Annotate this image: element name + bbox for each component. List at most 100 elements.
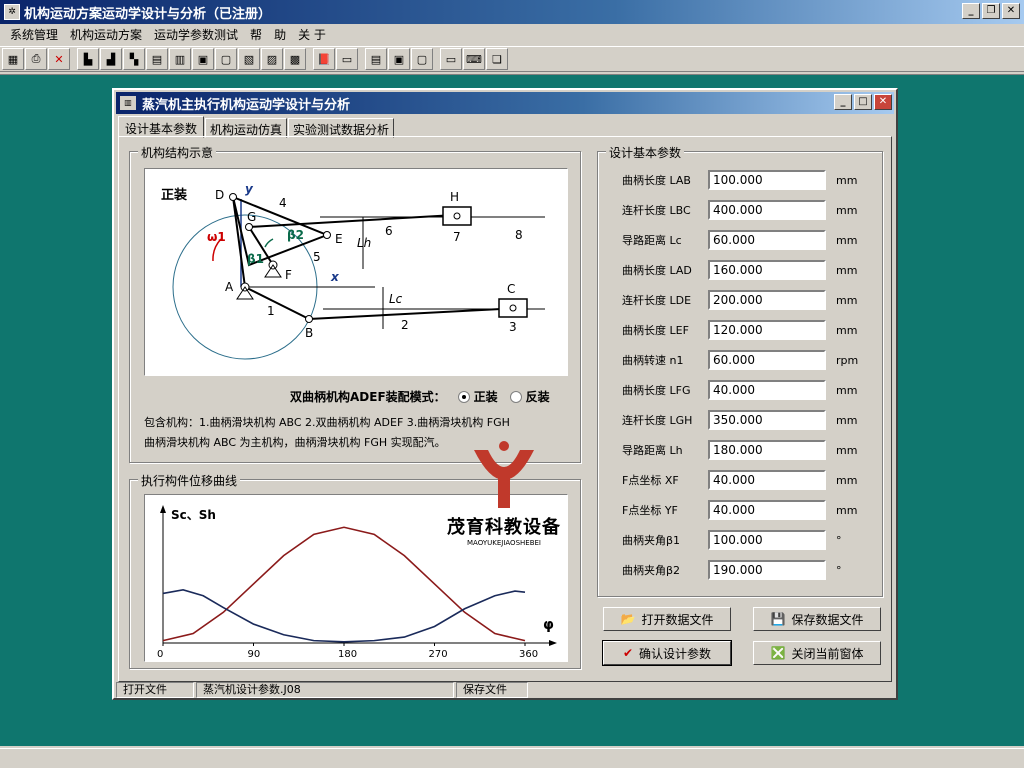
param-input[interactable]: 190.000 [708, 560, 826, 580]
close-button[interactable]: ✕ [1002, 3, 1020, 19]
tab-analysis[interactable]: 实验测试数据分析 [288, 118, 395, 138]
open-file-button[interactable]: 📂 打开数据文件 [603, 607, 731, 631]
param-input[interactable]: 100.000 [708, 530, 826, 550]
link-6: 6 [385, 224, 393, 238]
menu-test[interactable]: 运动学参数测试 [148, 26, 244, 43]
param-input[interactable]: 100.000 [708, 170, 826, 190]
structure-group: 机构结构示意 正装 D y G E F A B H C 1 2 3 4 5 6 … [129, 144, 581, 463]
param-row: 曲柄长度 LAB 100.000 mm [622, 170, 872, 190]
param-input[interactable]: 40.000 [708, 500, 826, 520]
param-label: 曲柄夹角β2 [622, 564, 681, 577]
chart-tick-label: 360 [519, 649, 538, 660]
param-input[interactable]: 40.000 [708, 470, 826, 490]
param-unit: mm [836, 263, 858, 277]
chart-tick-label: 180 [338, 649, 357, 660]
param-unit: mm [836, 503, 858, 517]
status-open-file[interactable]: 打开文件 [116, 682, 194, 698]
point-A: A [225, 280, 234, 294]
computer-icon[interactable]: ▭ [440, 48, 462, 70]
assembly-forward-label[interactable]: 正装 [474, 388, 498, 405]
point-H: H [450, 190, 459, 204]
screen-2-icon[interactable]: ▢ [411, 48, 433, 70]
print-icon[interactable]: ⎙ [25, 48, 47, 70]
main-statusbar [0, 748, 1024, 768]
child-minimize-button[interactable]: _ [834, 94, 852, 110]
param-input[interactable]: 160.000 [708, 260, 826, 280]
close-window-button[interactable]: ❎ 关闭当前窗体 [753, 641, 881, 665]
mechanism-8-icon[interactable]: ▧ [238, 48, 260, 70]
param-input[interactable]: 350.000 [708, 410, 826, 430]
mechanism-5-icon[interactable]: ▥ [169, 48, 191, 70]
document-icon[interactable]: ▤ [365, 48, 387, 70]
confirm-params-button[interactable]: ✔ 确认设计参数 [602, 640, 732, 666]
param-unit: mm [836, 233, 858, 247]
param-label: 曲柄夹角β1 [622, 534, 681, 547]
link-8: 8 [515, 228, 523, 242]
child-app-icon[interactable]: ▥ [120, 96, 136, 110]
link-4: 4 [279, 196, 287, 210]
menu-scheme[interactable]: 机构运动方案 [64, 26, 148, 43]
screen-1-icon[interactable]: ▣ [388, 48, 410, 70]
description-line-1: 包含机构：1.曲柄滑块机构 ABC 2.双曲柄机构 ADEF 3.曲柄滑块机构 … [144, 416, 510, 429]
restore-button[interactable]: ❐ [982, 3, 1000, 19]
child-close-button[interactable]: ✕ [874, 94, 892, 110]
param-label: 导路距离 Lc [622, 234, 682, 247]
param-input[interactable]: 40.000 [708, 380, 826, 400]
book-icon[interactable]: 📕 [313, 48, 335, 70]
param-row: 曲柄长度 LAD 160.000 mm [622, 260, 872, 280]
minimize-button[interactable]: _ [962, 3, 980, 19]
save-file-button[interactable]: 💾 保存数据文件 [753, 607, 881, 631]
param-row: F点坐标 YF 40.000 mm [622, 500, 872, 520]
open-file-label: 打开数据文件 [641, 612, 714, 627]
param-input[interactable]: 400.000 [708, 200, 826, 220]
point-F: F [285, 268, 292, 282]
param-row: 连杆长度 LDE 200.000 mm [622, 290, 872, 310]
app-icon[interactable]: ✲ [4, 4, 20, 20]
mechanism-10-icon[interactable]: ▩ [284, 48, 306, 70]
folder-open-icon: 📂 [620, 612, 636, 626]
param-row: 曲柄夹角β1 100.000 ° [622, 530, 872, 550]
param-input[interactable]: 60.000 [708, 350, 826, 370]
param-input[interactable]: 60.000 [708, 230, 826, 250]
app-titlebar: ✲ 机构运动方案运动学设计与分析（已注册） _ ❐ ✕ [0, 0, 1024, 24]
tab-basic-params[interactable]: 设计基本参数 [118, 116, 205, 138]
mechanism-6-icon[interactable]: ▣ [192, 48, 214, 70]
watermark-name: 茂育科教设备 [447, 517, 561, 538]
mechanism-2-icon[interactable]: ▟ [100, 48, 122, 70]
point-D: D [215, 188, 224, 202]
point-E: E [335, 232, 343, 246]
keyboard-icon[interactable]: ⌨ [463, 48, 485, 70]
mechanism-9-icon[interactable]: ▨ [261, 48, 283, 70]
structure-group-label: 机构结构示意 [138, 144, 217, 161]
monitor-icon[interactable]: ▭ [336, 48, 358, 70]
param-unit: mm [836, 293, 858, 307]
delete-icon[interactable]: ✕ [48, 48, 70, 70]
param-row: 曲柄长度 LFG 40.000 mm [622, 380, 872, 400]
mechanism-1-icon[interactable]: ▙ [77, 48, 99, 70]
mechanism-4-icon[interactable]: ▤ [146, 48, 168, 70]
lc-label: Lc [389, 292, 403, 306]
mechanism-3-icon[interactable]: ▚ [123, 48, 145, 70]
tab-simulation[interactable]: 机构运动仿真 [205, 118, 288, 138]
mechanism-7-icon[interactable]: ▢ [215, 48, 237, 70]
checkmark-icon: ✔ [622, 646, 634, 660]
param-unit: rpm [836, 353, 859, 367]
assembly-reverse-radio[interactable] [509, 390, 522, 403]
param-input[interactable]: 200.000 [708, 290, 826, 310]
param-input[interactable]: 180.000 [708, 440, 826, 460]
grid-icon[interactable]: ▦ [2, 48, 24, 70]
status-save-file[interactable]: 保存文件 [456, 682, 528, 698]
axis-y: y [245, 182, 254, 196]
child-maximize-button[interactable]: □ [854, 94, 872, 110]
menu-about[interactable]: 关 于 [292, 26, 332, 43]
copy-icon[interactable]: ❏ [486, 48, 508, 70]
param-unit: mm [836, 203, 858, 217]
assembly-reverse-label[interactable]: 反装 [526, 388, 550, 405]
param-unit: mm [836, 383, 858, 397]
menu-help-1[interactable]: 帮 [244, 26, 268, 43]
assembly-forward-radio[interactable] [457, 390, 470, 403]
param-input[interactable]: 120.000 [708, 320, 826, 340]
menu-help-2[interactable]: 助 [268, 26, 292, 43]
menu-system[interactable]: 系统管理 [4, 26, 64, 43]
param-row: 导路距离 Lc 60.000 mm [622, 230, 872, 250]
